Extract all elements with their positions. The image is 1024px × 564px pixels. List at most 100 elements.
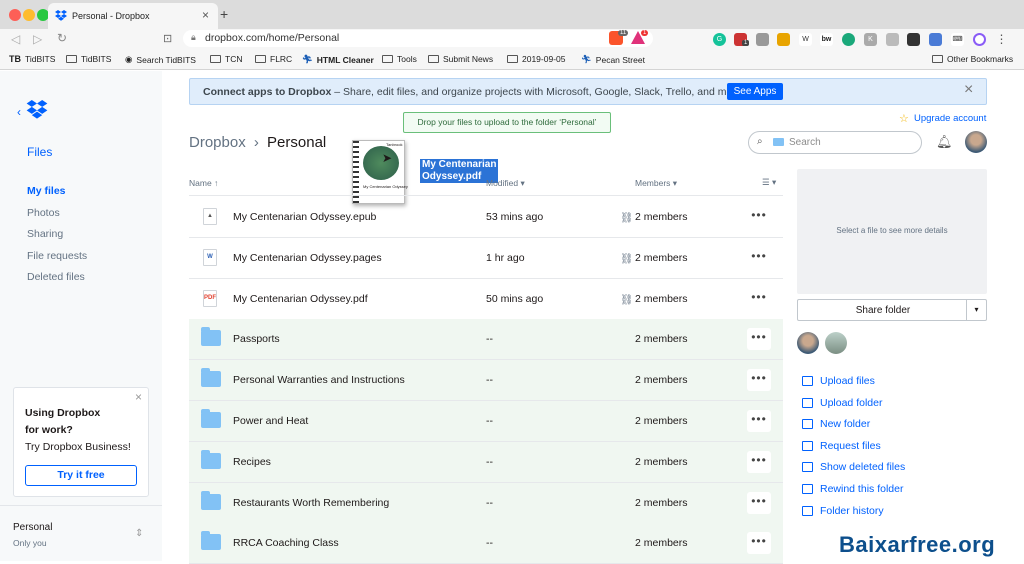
sidebar-item-my-files[interactable]: My files [27, 185, 66, 197]
bookmark-item[interactable]: Submit News [428, 54, 493, 64]
table-row[interactable]: Restaurants Worth Remembering -- 2 members… [189, 482, 783, 524]
ext-stack-icon[interactable] [756, 33, 769, 46]
ext-keyboard-icon[interactable]: ⌨ [951, 33, 964, 46]
search-input[interactable]: ⌕ Search [748, 131, 922, 154]
sidebar-section-title[interactable]: Files [27, 145, 52, 159]
more-options-button[interactable]: ••• [747, 369, 771, 392]
bookmark-item[interactable]: 🏃︎ Pecan Street [581, 54, 645, 65]
file-name[interactable]: Passports [233, 333, 280, 345]
new-tab-button[interactable]: + [220, 6, 228, 22]
file-name[interactable]: Recipes [233, 456, 271, 468]
close-promo-icon[interactable]: × [135, 390, 142, 404]
ext-k-icon[interactable]: K [864, 33, 877, 46]
more-options-button[interactable]: ••• [747, 328, 771, 351]
breadcrumb-root[interactable]: Dropbox [189, 134, 246, 151]
table-row[interactable]: RRCA Coaching Class -- 2 members ••• [189, 523, 783, 564]
bell-icon[interactable]: 🔔︎ [936, 134, 953, 150]
file-name[interactable]: My Centenarian Odyssey.epub [233, 211, 376, 223]
close-tab-icon[interactable]: × [202, 8, 209, 22]
file-name[interactable]: Restaurants Worth Remembering [233, 497, 389, 509]
grammarly-icon[interactable]: G [713, 33, 726, 46]
bookmark-item[interactable]: TidBITS [66, 54, 111, 64]
more-options-button[interactable]: ••• [747, 450, 771, 473]
close-banner-icon[interactable]: × [964, 81, 973, 99]
more-options-button[interactable]: ••• [747, 206, 771, 228]
share-folder-button[interactable]: Share folder ▾ [797, 299, 987, 321]
try-it-free-button[interactable]: Try it free [25, 465, 137, 486]
view-toggle-icon[interactable]: ☰ ▾ [762, 177, 776, 188]
minimize-window-button[interactable] [23, 9, 35, 21]
table-row[interactable]: ▲ My Centenarian Odyssey.epub 53 mins ago ⛓… [189, 197, 783, 238]
sidebar-item-deleted-files[interactable]: Deleted files [27, 271, 85, 283]
table-row[interactable]: Recipes -- 2 members ••• [189, 441, 783, 483]
ext-grey-icon[interactable] [886, 33, 899, 46]
ext-terminal-icon[interactable] [907, 33, 920, 46]
folder-action-rewind-this-folder[interactable]: Rewind this folder [802, 483, 903, 495]
upgrade-link[interactable]: Upgrade account [914, 113, 986, 124]
cursor-icon: ➤ [382, 151, 393, 165]
folder-action-show-deleted-files[interactable]: Show deleted files [802, 461, 905, 473]
ext-green-icon[interactable] [842, 33, 855, 46]
file-name[interactable]: RRCA Coaching Class [233, 537, 339, 549]
more-options-button[interactable]: ••• [747, 491, 771, 514]
column-members[interactable]: Members ▾ [635, 178, 677, 189]
ext-bw-icon[interactable]: bw [820, 33, 833, 46]
table-row[interactable]: Personal Warranties and Instructions -- 2 … [189, 360, 783, 402]
folder-action-new-folder[interactable]: New folder [802, 418, 870, 430]
column-modified[interactable]: Modified ▾ [486, 178, 525, 189]
bookmark-item[interactable]: TCN [210, 54, 242, 64]
reload-icon[interactable]: ↻ [57, 31, 67, 45]
more-options-button[interactable]: ••• [747, 246, 771, 269]
bookmark-item[interactable]: TB TidBITS [9, 54, 55, 64]
see-apps-button[interactable]: See Apps [727, 83, 783, 100]
file-name[interactable]: Personal Warranties and Instructions [233, 374, 405, 386]
address-bar[interactable]: 🔒︎ dropbox.com/home/Personal 11 1 [183, 30, 653, 47]
promo-title: Using Dropbox [25, 407, 101, 419]
table-row[interactable]: Power and Heat -- 2 members ••• [189, 401, 783, 442]
table-row[interactable]: PDF My Centenarian Odyssey.pdf 50 mins ago… [189, 279, 783, 320]
avatar[interactable] [965, 131, 987, 153]
more-options-button[interactable]: ••• [747, 532, 771, 555]
folder-action-folder-history[interactable]: Folder history [802, 505, 884, 517]
browser-tab[interactable]: Personal - Dropbox × [48, 3, 218, 29]
bookmark-item[interactable]: 2019-09-05 [507, 54, 565, 64]
ext-w-icon[interactable]: W [799, 33, 812, 46]
file-name[interactable]: My Centenarian Odyssey.pdf [233, 293, 368, 305]
other-bookmarks[interactable]: Other Bookmarks [932, 54, 1013, 64]
folder-action-upload-folder[interactable]: Upload folder [802, 397, 882, 409]
dropbox-logo-icon[interactable] [26, 100, 48, 119]
file-name[interactable]: Power and Heat [233, 415, 308, 427]
bookmark-item[interactable]: FLRC [255, 54, 292, 64]
browser-menu-icon[interactable]: ⋮ [995, 33, 1008, 46]
folder-action-upload-files[interactable]: Upload files [802, 375, 875, 387]
collapse-sidebar-icon[interactable]: ‹ [17, 105, 21, 119]
share-dropdown-icon[interactable]: ▾ [966, 300, 986, 320]
folder-action-request-files[interactable]: Request files [802, 440, 881, 452]
back-icon[interactable]: ◁ [11, 32, 20, 46]
sidebar-item-photos[interactable]: Photos [27, 207, 60, 219]
member-avatar[interactable] [825, 332, 847, 354]
folder-icon [201, 327, 221, 347]
sidebar-item-file-requests[interactable]: File requests [27, 250, 87, 262]
forward-icon[interactable]: ▷ [33, 32, 42, 46]
file-name[interactable]: My Centenarian Odyssey.pages [233, 252, 382, 264]
account-switcher[interactable]: Personal Only you ⇕ [0, 505, 162, 561]
table-header: Name ↑ Modified ▾ Members ▾ ☰ ▾ [189, 168, 783, 196]
bookmark-item[interactable]: ◉ Search TidBITS [125, 54, 196, 65]
runner-icon: 🏃︎ [302, 54, 313, 64]
sidebar-item-sharing[interactable]: Sharing [27, 228, 63, 240]
table-row[interactable]: Passports -- 2 members ••• [189, 319, 783, 361]
column-name[interactable]: Name ↑ [189, 178, 218, 188]
ext-translate-icon[interactable] [929, 33, 942, 46]
bookmark-item[interactable]: 🏃︎ HTML Cleaner [302, 54, 374, 65]
table-row[interactable]: W My Centenarian Odyssey.pages 1 hr ago ⛓︎ 2… [189, 238, 783, 279]
bookmark-item[interactable]: Tools [382, 54, 417, 64]
close-window-button[interactable] [9, 9, 21, 21]
bookmark-icon[interactable]: ⊡ [163, 32, 172, 45]
ext-warning-icon[interactable] [777, 33, 790, 46]
more-options-button[interactable]: ••• [747, 410, 771, 432]
file-members: 2 members [635, 251, 688, 264]
more-options-button[interactable]: ••• [747, 287, 771, 310]
ext-circle-icon[interactable] [973, 33, 986, 46]
member-avatar[interactable] [797, 332, 819, 354]
